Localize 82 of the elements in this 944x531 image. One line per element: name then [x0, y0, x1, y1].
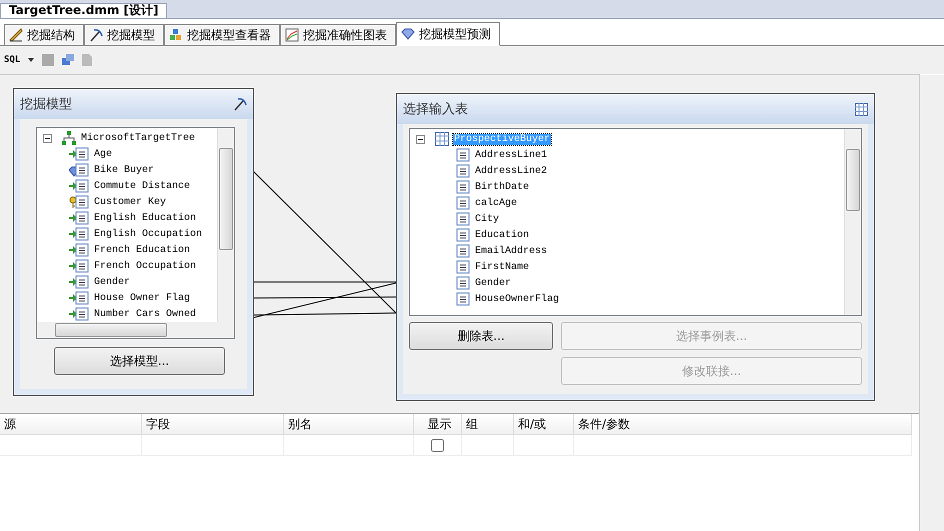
dropdown-icon[interactable]: [28, 58, 34, 62]
column-header[interactable]: 组: [462, 414, 514, 434]
column-header[interactable]: 字段: [142, 414, 284, 434]
page-icon[interactable]: [82, 54, 92, 66]
windows-icon[interactable]: [62, 54, 74, 66]
arrow-column-icon: [69, 243, 89, 257]
arrow-column-icon: [69, 307, 89, 321]
column-icon: [456, 244, 470, 258]
designer-tab[interactable]: 挖掘准确性图表: [280, 24, 396, 45]
tree-view[interactable]: MicrosoftTargetTree Age Bike Buyer Commute Distance Customer Key English Education English Occupation French Education French Occupation Gender House Owner Flag Number Cars Owned: [36, 127, 235, 339]
select-model-button[interactable]: 选择模型...: [54, 347, 225, 375]
column-icon: [456, 196, 470, 210]
column-icon: [456, 212, 470, 226]
arrow-column-icon: [69, 275, 89, 289]
column-icon: [456, 164, 470, 178]
tree-item[interactable]: City: [474, 214, 500, 224]
tree-item[interactable]: Customer Key: [93, 196, 168, 208]
pickaxe-icon: [233, 97, 247, 111]
tree-item[interactable]: House Owner Flag: [93, 292, 192, 304]
table-action-button[interactable]: 删除表...: [409, 322, 553, 350]
panel-title: 选择输入表: [403, 101, 468, 118]
designer-tab[interactable]: 挖掘模型: [84, 24, 164, 45]
tree-item[interactable]: Age: [93, 148, 114, 160]
arrow-column-icon: [69, 227, 89, 241]
column-icon: [456, 260, 470, 274]
tree-item[interactable]: AddressLine2: [474, 166, 548, 176]
arrow-column-icon: [69, 179, 89, 193]
arrow-column-icon: [69, 211, 89, 225]
tree-item[interactable]: Gender: [474, 278, 512, 288]
hierarchy-icon: [62, 131, 76, 145]
column-icon: [456, 292, 470, 306]
table-icon: [855, 102, 868, 116]
column-header[interactable]: 条件/参数: [574, 414, 912, 434]
arrow-column-icon: [69, 147, 89, 161]
tree-item[interactable]: Number Cars Owned: [93, 308, 198, 320]
horizontal-scrollbar[interactable]: [37, 322, 218, 338]
tree-item[interactable]: English Education: [93, 212, 198, 224]
tree-item[interactable]: English Occupation: [93, 228, 204, 240]
tree-item[interactable]: FirstName: [474, 262, 530, 272]
panel-title: 挖掘模型: [20, 96, 72, 113]
column-header[interactable]: 源: [0, 414, 142, 434]
tree-item[interactable]: Education: [474, 230, 530, 240]
tree-item[interactable]: French Education: [93, 244, 192, 256]
vertical-scrollbar[interactable]: [217, 128, 234, 338]
designer-tab[interactable]: 挖掘模型预测: [396, 22, 500, 46]
cubes-icon: [169, 28, 183, 42]
designer-tab[interactable]: 挖掘结构: [4, 24, 84, 45]
pencil-ruler-icon: [9, 28, 23, 42]
designer-tab[interactable]: 挖掘模型查看器: [164, 24, 280, 45]
diamond-column-icon: [69, 163, 89, 177]
tree-item[interactable]: Bike Buyer: [93, 164, 156, 176]
tree-item[interactable]: BirthDate: [474, 182, 530, 192]
column-header[interactable]: 和/或: [514, 414, 574, 434]
tree-item[interactable]: calcAge: [474, 198, 518, 208]
column-icon: [456, 276, 470, 290]
tree-item[interactable]: AddressLine1: [474, 150, 548, 160]
key-column-icon: [69, 195, 89, 209]
document-tab[interactable]: TargetTree.dmm [设计]: [0, 3, 168, 18]
table-icon: [435, 132, 449, 146]
tree-item[interactable]: EmailAddress: [474, 246, 548, 256]
tree-node[interactable]: MicrosoftTargetTree: [80, 132, 196, 144]
arrow-column-icon: [69, 259, 89, 273]
chart-icon: [285, 28, 299, 42]
tree-item[interactable]: French Occupation: [93, 260, 198, 272]
column-icon: [456, 148, 470, 162]
collapse-toggle[interactable]: [43, 134, 52, 142]
column-header[interactable]: 别名: [284, 414, 414, 434]
collapse-toggle[interactable]: [416, 134, 425, 144]
pickaxe-icon: [89, 28, 103, 42]
sql-button[interactable]: SQL: [4, 55, 20, 65]
diamond-icon: [401, 27, 415, 41]
column-icon: [456, 180, 470, 194]
column-header[interactable]: 显示: [414, 414, 462, 434]
column-icon: [456, 228, 470, 242]
tree-view[interactable]: ProspectiveBuyer AddressLine1 AddressLine2 BirthDate calcAge City Education EmailAddress FirstName Gender HouseOwnerFlag: [409, 128, 862, 316]
arrow-column-icon: [69, 291, 89, 305]
vertical-scrollbar[interactable]: [919, 75, 944, 531]
tree-item[interactable]: Gender: [93, 276, 132, 288]
vertical-scrollbar[interactable]: [844, 129, 861, 315]
tree-item[interactable]: Commute Distance: [93, 180, 192, 192]
tree-item[interactable]: HouseOwnerFlag: [474, 294, 560, 304]
show-checkbox[interactable]: [431, 438, 444, 452]
